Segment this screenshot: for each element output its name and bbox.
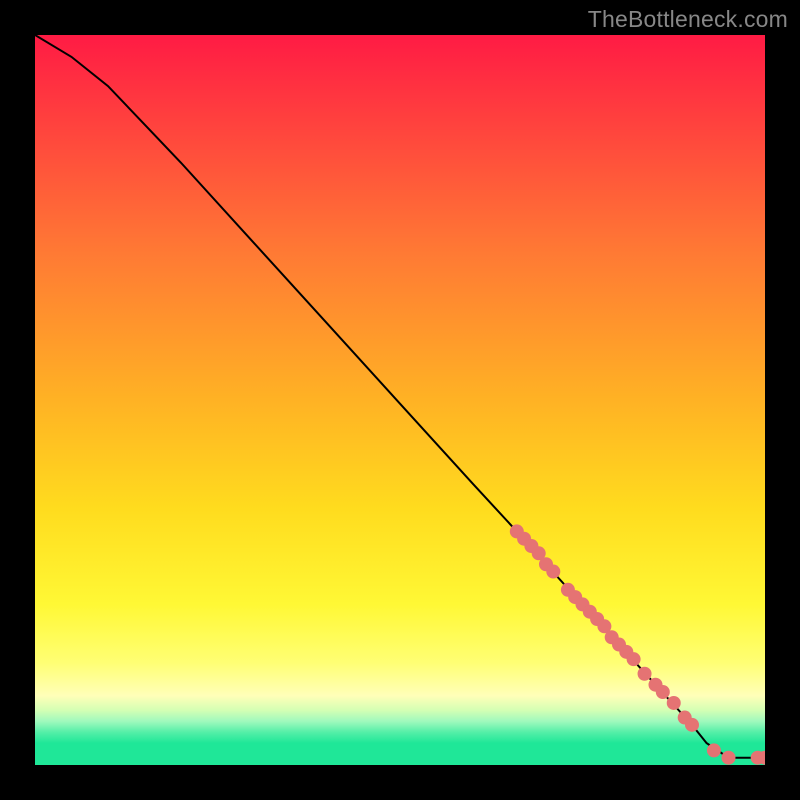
chart-frame: TheBottleneck.com xyxy=(0,0,800,800)
data-markers xyxy=(510,524,765,764)
data-marker xyxy=(667,696,681,710)
curve-layer xyxy=(35,35,765,765)
bottleneck-curve xyxy=(35,35,765,758)
data-marker xyxy=(722,751,736,765)
data-marker xyxy=(685,718,699,732)
data-marker xyxy=(638,667,652,681)
data-marker xyxy=(656,685,670,699)
data-marker xyxy=(627,652,641,666)
data-marker xyxy=(707,743,721,757)
data-marker xyxy=(546,565,560,579)
watermark-text: TheBottleneck.com xyxy=(588,6,788,33)
plot-area xyxy=(35,35,765,765)
